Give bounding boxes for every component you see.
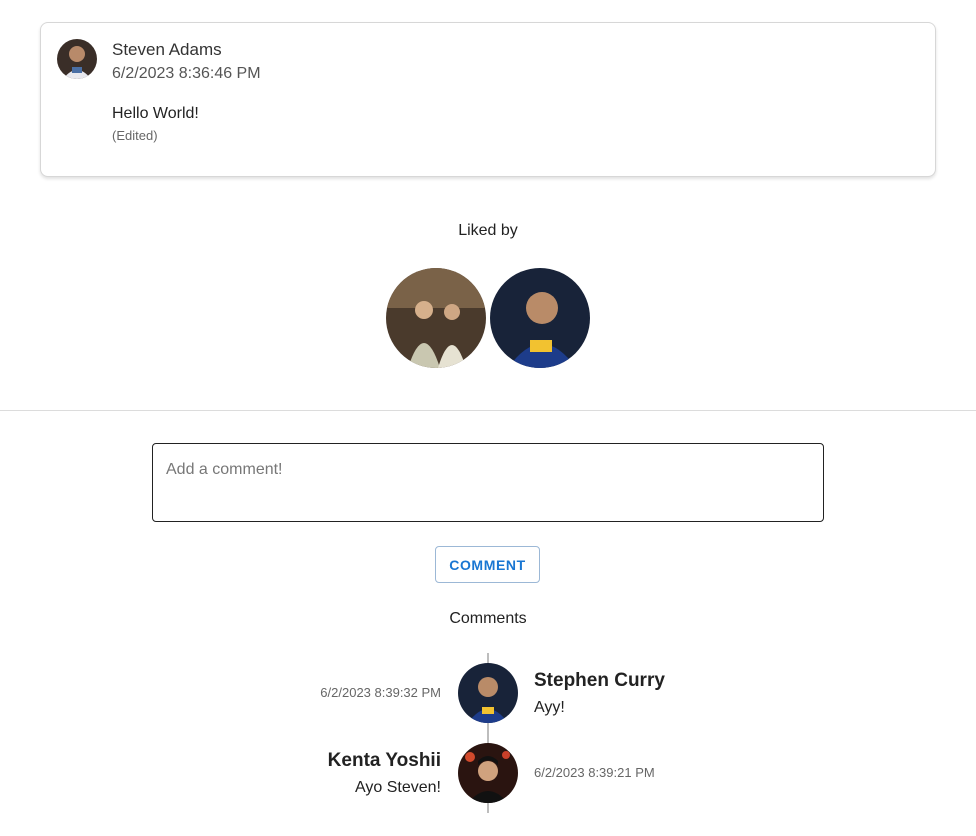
liked-by-title: Liked by [458,222,518,239]
comment-author-avatar[interactable] [458,743,518,803]
comment-date: 6/2/2023 8:39:32 PM [320,685,441,700]
section-divider [0,410,976,411]
comments-title: Comments [449,610,527,627]
liker-avatar[interactable] [490,268,590,368]
liker-avatar[interactable] [386,268,486,368]
post-author-name[interactable]: Steven Adams [112,39,222,61]
comment-author-name[interactable]: Stephen Curry [534,669,665,693]
comment-author-avatar[interactable] [458,663,518,723]
comment-text: Ayy! [534,699,565,716]
post-edited-indicator: (Edited) [112,128,158,143]
post-body: Hello World! [112,105,199,122]
comment-date: 6/2/2023 8:39:21 PM [534,765,655,780]
comment-input[interactable] [152,443,824,522]
comment-button[interactable]: COMMENT [435,546,540,583]
post-author-avatar[interactable] [57,39,97,79]
likers-list [386,268,590,368]
comment-author-name[interactable]: Kenta Yoshii [260,749,441,773]
post-date: 6/2/2023 8:36:46 PM [112,65,261,82]
post-card: Steven Adams 6/2/2023 8:36:46 PM Hello W… [40,22,936,177]
comment-text: Ayo Steven! [355,779,441,796]
